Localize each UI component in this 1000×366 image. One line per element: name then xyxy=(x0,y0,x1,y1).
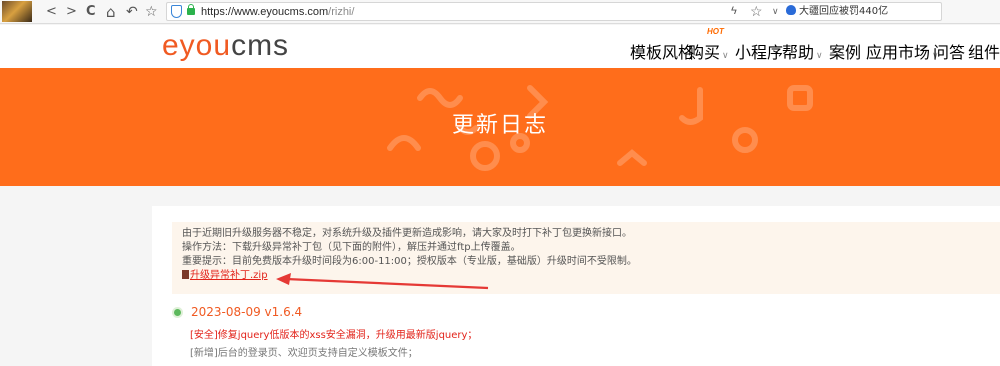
changelog-new-item: [新增]后台的登录页、欢迎页支持自定义模板文件； xyxy=(190,348,418,359)
nav-templates-label: 模板风格 xyxy=(630,43,695,62)
search-suggestion[interactable]: 大疆回应被罚440亿 xyxy=(786,3,888,20)
nav-buy[interactable]: 购买 ∨ xyxy=(688,39,729,63)
search-suggestion-text: 大疆回应被罚440亿 xyxy=(799,6,889,17)
url-host: https://www.eyoucms.com xyxy=(201,6,329,18)
logo-cms: cms xyxy=(231,29,290,62)
reload-icon[interactable]: C xyxy=(86,3,96,21)
nav-buy-label: 购买 xyxy=(688,43,721,62)
lock-icon xyxy=(187,4,195,15)
bookmark-star-icon[interactable]: ☆ xyxy=(750,3,763,20)
notice-line-1: 由于近期旧升级服务器不稳定，对系统升级及插件更新造成影响，请大家及时打下补丁包更… xyxy=(182,228,632,239)
chevron-down-icon: ∨ xyxy=(816,51,823,61)
nav-miniprogram-label: 小程序 xyxy=(735,43,784,62)
nav-templates[interactable]: 模板风格 xyxy=(630,39,694,63)
nav-help[interactable]: 帮助 ∨ xyxy=(782,39,823,63)
shield-icon xyxy=(171,5,182,18)
timeline-dot xyxy=(172,307,183,318)
hot-badge: HOT xyxy=(707,27,724,36)
content-panel: 由于近期旧升级服务器不稳定，对系统升级及插件更新造成影响，请大家及时打下补丁包更… xyxy=(152,206,1000,366)
back-icon[interactable]: < xyxy=(46,3,57,21)
paw-icon xyxy=(786,5,796,15)
nav-components[interactable]: 组件库 xyxy=(968,39,1000,63)
nav-app-market-label: 应用市场 xyxy=(866,43,931,62)
undo-icon[interactable]: ↶ xyxy=(126,3,138,21)
url-path: /rizhi/ xyxy=(328,6,355,18)
nav-components-label: 组件库 xyxy=(968,43,1000,62)
chevron-down-icon[interactable]: ∨ xyxy=(772,3,779,20)
favorite-icon[interactable]: ☆ xyxy=(145,3,158,21)
url-text: https://www.eyoucms.com/rizhi/ xyxy=(201,4,354,20)
nav-help-label: 帮助 xyxy=(782,43,815,62)
page-title: 更新日志 xyxy=(451,113,548,138)
nav-qa[interactable]: 问答 xyxy=(933,39,965,63)
notice-line-3: 重要提示：目前免费版本升级时间段为6:00-11:00；授权版本（专业版，基础版… xyxy=(182,256,637,267)
forward-icon[interactable]: > xyxy=(66,3,77,21)
nav-cases-label: 案例 xyxy=(829,43,862,62)
notice-download-row: 升级异常补丁.zip xyxy=(182,269,1000,283)
nav-cases[interactable]: 案例 xyxy=(829,39,861,63)
release-version: 2023-08-09 v1.6.4 xyxy=(191,305,303,319)
nav-qa-label: 问答 xyxy=(933,43,966,62)
nav-miniprogram[interactable]: 小程序 xyxy=(735,39,783,63)
changelog-security-item: [安全]修复jquery低版本的xss安全漏洞，升级用最新版jquery； xyxy=(190,330,478,341)
chevron-down-icon: ∨ xyxy=(722,51,729,61)
home-icon[interactable]: ⌂ xyxy=(106,3,116,21)
notice-line-2: 操作方法：下载升级异常补丁包（见下面的附件），解压并通过ftp上传覆盖。 xyxy=(182,242,521,253)
download-patch-link[interactable]: 升级异常补丁.zip xyxy=(190,270,268,281)
tab-thumbnail[interactable] xyxy=(2,1,32,22)
nav-app-market[interactable]: 应用市场 ∨ xyxy=(866,39,939,63)
flash-icon[interactable]: ϟ xyxy=(731,3,737,20)
notice-box: 由于近期旧升级服务器不稳定，对系统升级及插件更新造成影响，请大家及时打下补丁包更… xyxy=(172,222,1000,294)
site-header: eyoucms HOT 模板风格 购买 ∨ 小程序 帮助 ∨ 案例 应用市场 ∨ 问答… xyxy=(0,25,1000,68)
zip-file-icon xyxy=(182,270,189,279)
logo-eyou: eyou xyxy=(162,29,232,62)
browser-toolbar: < > C ⌂ ↶ ☆ https://www.eyoucms.com/rizh… xyxy=(0,0,1000,24)
page-banner: 更新日志 xyxy=(0,68,1000,186)
site-logo[interactable]: eyoucms xyxy=(162,28,289,64)
